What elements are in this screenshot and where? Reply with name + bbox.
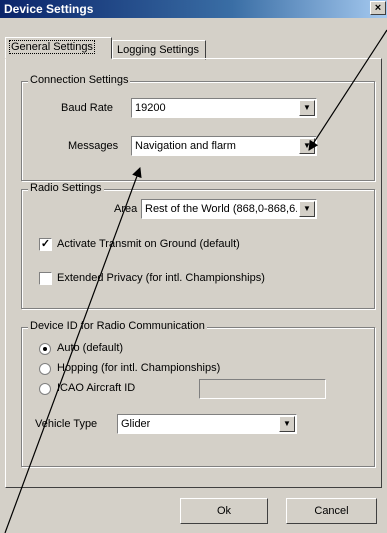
- annotation-arrow-dropdown: [308, 29, 387, 151]
- tab-general-settings[interactable]: General Settings: [5, 37, 112, 59]
- annotation-arrow-messages: [4, 167, 142, 533]
- tab-general-settings-label: General Settings: [9, 40, 95, 54]
- annotation-arrows: [4, 29, 387, 533]
